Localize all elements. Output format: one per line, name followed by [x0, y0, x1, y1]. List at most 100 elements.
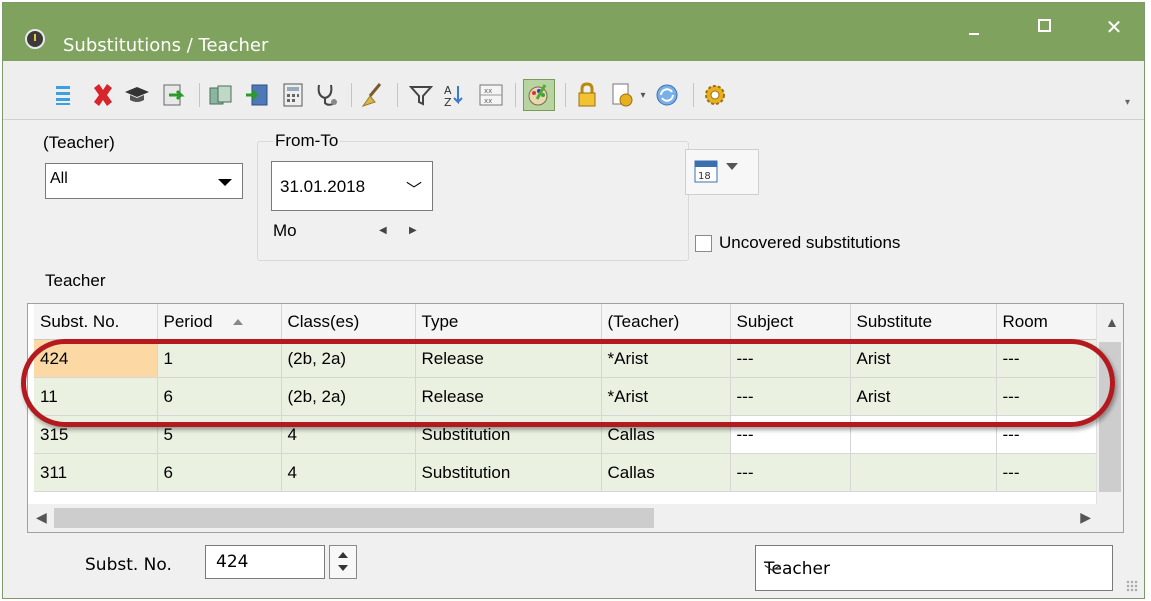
col-period-label: Period [163, 311, 213, 331]
broom-icon[interactable] [359, 81, 387, 109]
gear-icon[interactable] [701, 81, 729, 109]
table-cell[interactable]: Substitution [415, 415, 602, 454]
table-cell[interactable]: Callas [601, 415, 731, 454]
col-room[interactable]: Room [996, 304, 1097, 340]
table-cell[interactable] [850, 453, 997, 492]
col-substitute[interactable]: Substitute [850, 304, 997, 340]
chevron-down-icon: ﹀ [405, 182, 422, 199]
col-period[interactable]: Period [157, 304, 282, 340]
list-icon[interactable] [49, 81, 77, 109]
table-cell[interactable]: 5 [157, 415, 282, 454]
filter-icon[interactable] [407, 81, 435, 109]
table-row[interactable]: 315 5 4 Substitution Callas --- --- [34, 415, 1097, 454]
stethoscope-icon[interactable] [313, 81, 341, 109]
chevron-down-icon [726, 163, 738, 170]
scroll-right-icon[interactable]: ▶ [1080, 509, 1091, 526]
table-cell[interactable]: 6 [157, 377, 282, 416]
table-row[interactable]: 424 1 (2b, 2a) Release *Arist --- Arist … [34, 339, 1097, 378]
table-cell[interactable]: (2b, 2a) [281, 377, 416, 416]
table-cell[interactable]: --- [996, 453, 1097, 492]
table-cell[interactable] [850, 415, 997, 454]
col-classes[interactable]: Class(es) [281, 304, 416, 340]
view-select[interactable]: Teacher ﹀ [755, 545, 1113, 591]
table-cell[interactable]: --- [730, 453, 851, 492]
maximize-button[interactable] [1013, 3, 1075, 53]
day-next-arrow[interactable]: ▶ [409, 225, 417, 236]
grid-icon[interactable]: xx xx [477, 81, 505, 109]
table-cell[interactable]: --- [996, 415, 1097, 454]
uncovered-checkbox[interactable] [695, 235, 712, 252]
horizontal-scrollbar[interactable]: ◀ ▶ [28, 504, 1123, 532]
svg-text:Z: Z [444, 96, 452, 108]
chevron-down-icon [218, 179, 232, 186]
toolbar-separator [565, 83, 566, 107]
toolbar-separator [397, 83, 398, 107]
delete-icon[interactable] [89, 81, 117, 109]
table-cell[interactable]: Callas [601, 453, 731, 492]
table-cell[interactable]: Substitution [415, 453, 602, 492]
table-cell[interactable]: --- [730, 377, 851, 416]
window-title: Substitutions / Teacher [63, 35, 269, 56]
horizontal-scroll-thumb[interactable] [54, 508, 654, 528]
table-cell[interactable]: Arist [850, 377, 997, 416]
subst-no-input[interactable]: 424 [205, 545, 325, 579]
minimize-button[interactable] [943, 3, 1005, 53]
table-cell[interactable]: *Arist [601, 377, 731, 416]
table-cell[interactable]: 4 [281, 415, 416, 454]
lock-icon[interactable] [573, 81, 601, 109]
palette-icon[interactable] [523, 79, 555, 111]
table-cell[interactable]: Arist [850, 339, 997, 378]
app-clock-icon [25, 29, 45, 49]
date-picker[interactable]: 31.01.2018 ﹀ [271, 161, 433, 211]
vertical-scrollbar[interactable]: ▲ [1096, 304, 1123, 504]
table-cell[interactable]: *Arist [601, 339, 731, 378]
table-cell[interactable]: 4 [281, 453, 416, 492]
export-icon[interactable] [243, 81, 271, 109]
graduation-cap-icon[interactable] [123, 81, 151, 109]
calculator-icon[interactable] [279, 81, 307, 109]
table-cell[interactable]: 311 [34, 453, 158, 492]
table-cell[interactable]: --- [996, 339, 1097, 378]
vertical-scroll-thumb[interactable] [1099, 342, 1121, 492]
col-teacher[interactable]: (Teacher) [601, 304, 731, 340]
table-cell[interactable]: 6 [157, 453, 282, 492]
header-row: Subst. No. Period Class(es) Type (Teache… [34, 304, 1097, 340]
table-row[interactable]: 11 6 (2b, 2a) Release *Arist --- Arist -… [34, 377, 1097, 416]
dropdown-arrow-icon[interactable]: ▾ [637, 81, 649, 109]
subst-no-value: 424 [216, 552, 249, 572]
table-row[interactable]: 311 6 4 Substitution Callas --- --- [34, 453, 1097, 492]
col-subject[interactable]: Subject [730, 304, 851, 340]
scroll-left-icon[interactable]: ◀ [36, 509, 47, 526]
table-cell[interactable]: 315 [34, 415, 158, 454]
sort-icon[interactable]: AZ [441, 81, 469, 109]
table-cell[interactable]: Release [415, 339, 602, 378]
close-button[interactable]: ✕ [1083, 3, 1145, 53]
col-subst-no[interactable]: Subst. No. [34, 304, 158, 340]
col-type[interactable]: Type [415, 304, 602, 340]
substitutions-grid: Subst. No. Period Class(es) Type (Teache… [27, 303, 1124, 533]
resize-grip[interactable] [1126, 580, 1138, 592]
table-cell[interactable]: --- [730, 339, 851, 378]
refresh-icon[interactable] [653, 81, 681, 109]
toolbar-separator [199, 83, 200, 107]
document-settings-icon[interactable] [609, 81, 637, 109]
scroll-up-icon[interactable]: ▲ [1105, 314, 1119, 330]
substitutions-window: Substitutions / Teacher ✕ A Z xx xx ▾ ▾ … [2, 2, 1145, 599]
subst-no-spinner[interactable] [329, 545, 357, 579]
table-cell[interactable]: (2b, 2a) [281, 339, 416, 378]
table-cell[interactable]: 1 [157, 339, 282, 378]
import-icon[interactable] [159, 81, 187, 109]
filter-panel: (Teacher) All From-To 31.01.2018 ﹀ Mo ◀ … [27, 119, 1137, 299]
table-cell[interactable]: Release [415, 377, 602, 416]
table-cell[interactable]: 424 [34, 339, 158, 378]
title-bar[interactable]: Substitutions / Teacher ✕ [3, 3, 1144, 61]
day-prev-arrow[interactable]: ◀ [379, 225, 387, 236]
toolbar: AZ xx xx ▾ ▾ [3, 61, 1144, 120]
table-cell[interactable]: --- [730, 415, 851, 454]
toolbar-overflow-icon[interactable]: ▾ [1125, 97, 1130, 108]
notes-icon[interactable] [207, 81, 235, 109]
table-cell[interactable]: --- [996, 377, 1097, 416]
calendar-dropdown-button[interactable]: 18 [685, 149, 759, 195]
teacher-filter-select[interactable]: All [45, 163, 243, 199]
table-cell[interactable]: 11 [34, 377, 158, 416]
